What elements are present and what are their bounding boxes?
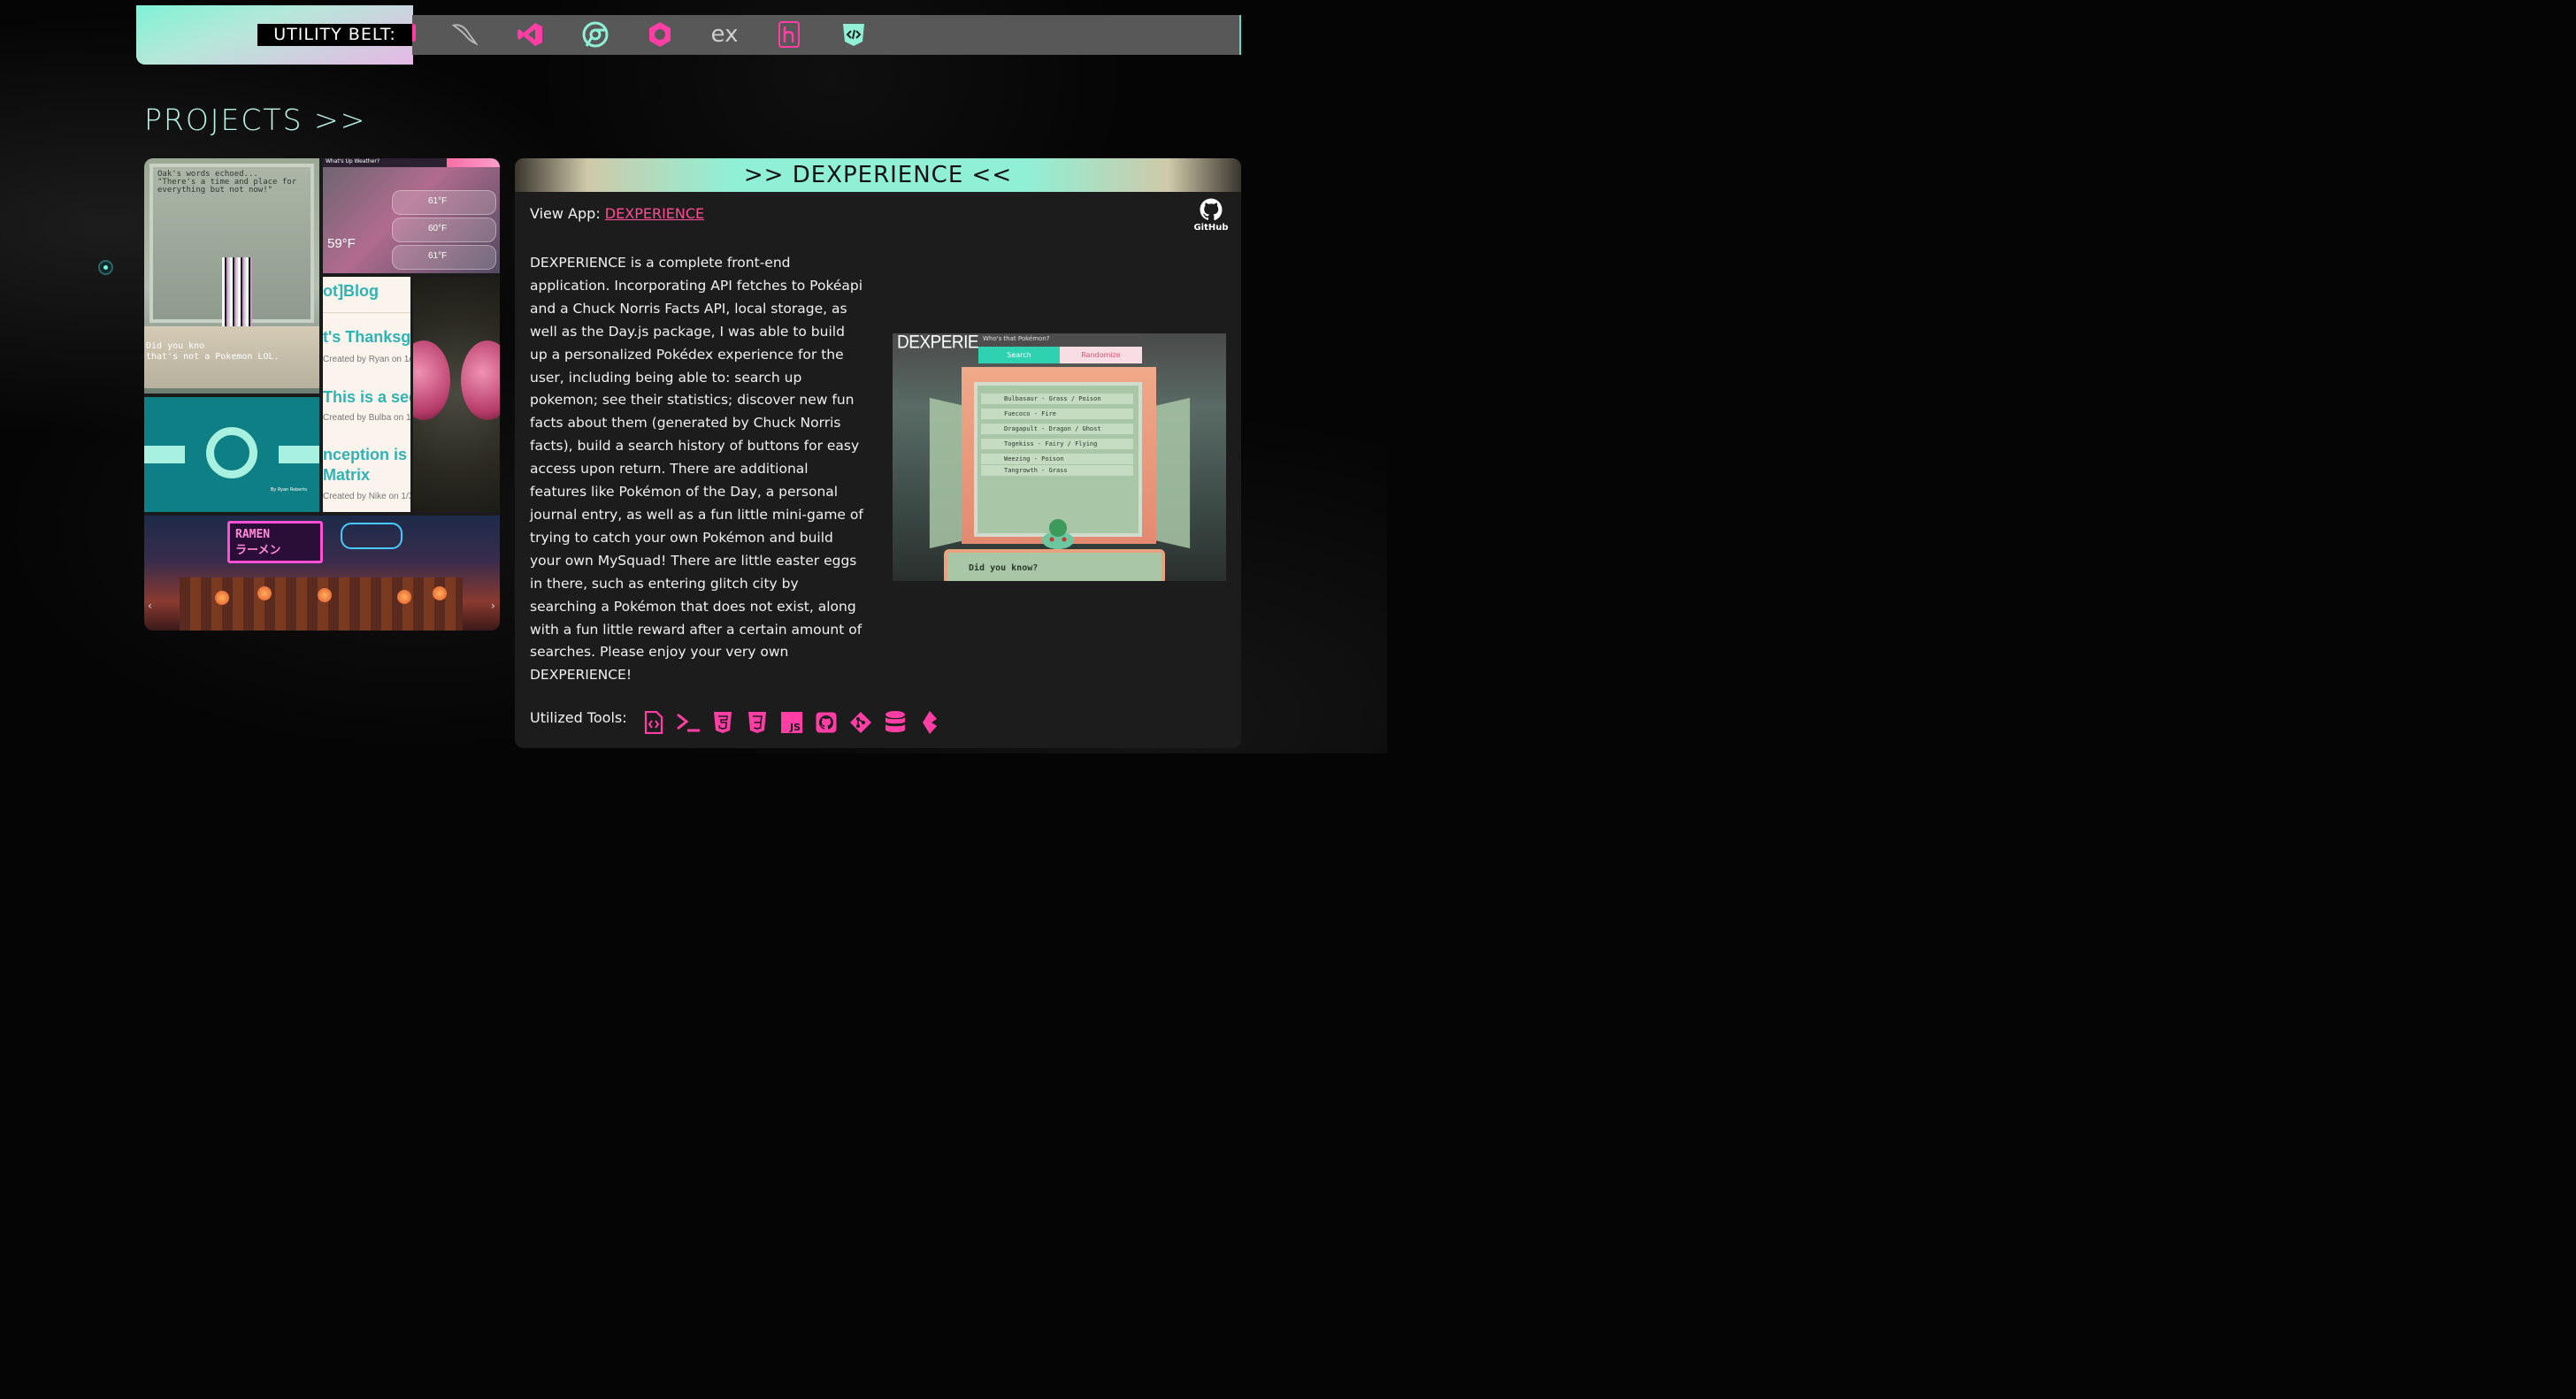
github-icon (1200, 198, 1223, 221)
screenshot-randomize-button: Randomize (1060, 347, 1142, 363)
ramen-thumbnail[interactable]: RAMEN ラーメン (144, 516, 500, 631)
logo-thumbnail[interactable]: By Ryan Roberts (144, 397, 319, 512)
blog-thumbnail[interactable]: ot]Blog t's Thanksg Created by Ryan on 1… (323, 277, 410, 512)
utilized-tools-label: Utilized Tools: (530, 709, 627, 726)
project-description: DEXPERIENCE is a complete front-end appl… (530, 255, 863, 684)
utilized-tools-list: JS (636, 708, 947, 737)
logo-ring (206, 427, 257, 478)
utility-belt-label: UTILITY BELT: (257, 24, 412, 46)
mysql-icon[interactable] (451, 21, 478, 48)
lantern (433, 586, 447, 600)
view-app-label: View App: (530, 205, 601, 222)
javascript-icon[interactable]: JS (774, 708, 809, 737)
carousel-prev-arrow[interactable]: ‹ (148, 600, 152, 612)
project-title: >> DEXPERIENCE << (743, 162, 1013, 188)
code-shield-icon[interactable] (840, 21, 867, 48)
blog-divider (323, 312, 410, 313)
blog-post-meta: Created by Ryan on 1/ (323, 355, 410, 364)
weather-card: 60°F (392, 218, 496, 242)
screenshot-history-row: Togekiss - Fairy / Flying (981, 439, 1133, 449)
bulbasaur-sprite (1042, 519, 1074, 549)
blog-post-title: This is a see (323, 388, 410, 406)
pokemon-message: Oak's words echoed... "There's a time an… (157, 170, 297, 195)
screenshot-prompt: Who's that Pokémon? (978, 333, 1142, 347)
screenshot-side-panel (1153, 397, 1191, 549)
hexagon-icon[interactable] (647, 21, 673, 48)
utility-belt-bar: ex (412, 15, 1241, 55)
view-app-link[interactable]: DEXPERIENCE (605, 205, 704, 222)
github-icon[interactable] (809, 708, 843, 737)
weather-temp: 61°F (428, 196, 448, 206)
blog-post-title: t's Thanksg (323, 328, 410, 346)
screenshot-search-button: Search (978, 347, 1060, 363)
weather-title: What's Up Weather? (326, 158, 380, 164)
owl-eye (461, 340, 500, 420)
file-code-icon[interactable] (636, 708, 671, 737)
screenshot-history-row: Bulbasaur - Grass / Poison (981, 394, 1133, 404)
lantern (318, 588, 332, 602)
weather-temp: 61°F (428, 251, 448, 261)
side-nav-dot[interactable] (98, 260, 113, 275)
bootstrap-icon[interactable] (912, 708, 947, 737)
terminal-icon[interactable] (671, 708, 705, 737)
project-screenshot: DEXPERIENCE Who's that Pokémon? Search R… (893, 333, 1226, 581)
carousel-next-arrow[interactable]: › (491, 600, 495, 612)
svg-text:JS: JS (789, 722, 801, 733)
dexperience-thumbnail[interactable]: Oak's words echoed... "There's a time an… (144, 158, 319, 394)
weather-temp: 60°F (428, 224, 448, 233)
heroku-icon[interactable] (776, 21, 802, 48)
chrome-icon[interactable] (582, 21, 609, 48)
css3-icon[interactable] (740, 708, 774, 737)
express-icon[interactable]: ex (710, 21, 739, 48)
projects-title: PROJECTS >> (144, 103, 367, 137)
project-card: >> DEXPERIENCE << View App: DEXPERIENCE … (515, 158, 1241, 748)
owl-thumbnail[interactable] (413, 277, 500, 512)
logo-bar (144, 446, 185, 463)
logo-bar (279, 446, 319, 463)
lantern (215, 591, 229, 605)
screenshot-history-row: Dragapult - Dragon / Ghost (981, 424, 1133, 434)
screenshot-history-row: Weezing - Poison (981, 454, 1133, 464)
view-app: View App: DEXPERIENCE (530, 205, 704, 222)
project-collage-carousel[interactable]: Oak's words echoed... "There's a time an… (144, 158, 500, 631)
database-icon[interactable] (878, 708, 912, 737)
express-text: ex (710, 21, 739, 48)
html5-icon[interactable] (705, 708, 740, 737)
blog-heading: ot]Blog (323, 282, 379, 300)
screenshot-history-row: Fuecoco - Fire (981, 409, 1133, 419)
belt-edge-accent (412, 24, 416, 42)
logo-credit: By Ryan Roberts (270, 487, 307, 493)
blog-post-title: nception is (323, 446, 408, 463)
weather-current-temp: 59°F (327, 236, 356, 251)
ramen-sign-text: RAMEN ラーメン (235, 528, 281, 557)
blog-post-title: Matrix (323, 466, 371, 484)
lantern (257, 586, 272, 600)
project-card-header: >> DEXPERIENCE << (515, 158, 1241, 192)
git-icon[interactable] (843, 708, 878, 737)
owl-eye (413, 340, 450, 420)
lantern (397, 590, 411, 604)
pokemon-band-text: Did you kno that's not a Pokemon LOL. (146, 341, 280, 362)
ramen-neon-sign: RAMEN ラーメン (227, 521, 323, 563)
screenshot-history-row: Tangrowth - Grass (981, 465, 1133, 476)
weather-thumbnail[interactable]: What's Up Weather? 61°F 60°F 61°F 59°F (323, 158, 500, 273)
neon-dragon (341, 523, 402, 549)
weather-card: 61°F (392, 190, 496, 215)
weather-search-bar (447, 158, 500, 167)
github-link[interactable]: GitHub (1193, 198, 1229, 233)
github-label: GitHub (1193, 223, 1229, 233)
blog-post-meta: Created by Bulba on 1 (323, 413, 410, 423)
vscode-icon[interactable] (517, 21, 543, 48)
blog-post-meta: Created by Nike on 1/3 (323, 492, 410, 501)
weather-card: 61°F (392, 245, 496, 270)
screenshot-did-you-know: Did you know? (944, 549, 1165, 581)
